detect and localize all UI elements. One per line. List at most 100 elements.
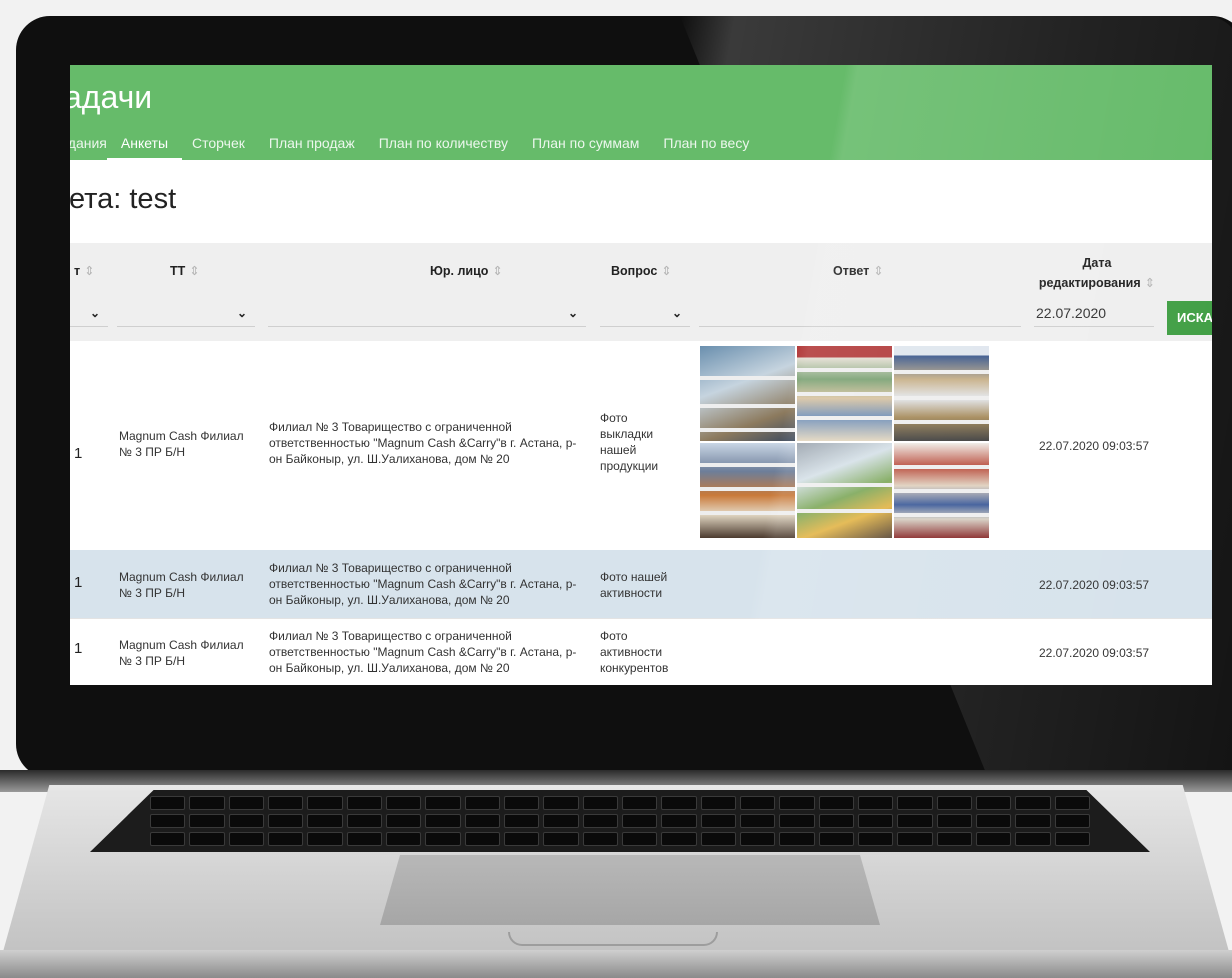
tab-tasks[interactable]: адания	[70, 130, 107, 160]
column-header-number[interactable]: т ⇕	[74, 263, 95, 278]
keyboard-key	[975, 814, 1012, 828]
keyboard-key	[818, 796, 854, 810]
keyboard-key	[1054, 832, 1090, 846]
tab-storecheck[interactable]: Сторчек	[192, 130, 245, 160]
answer-photo[interactable]	[700, 346, 795, 441]
answer-filter-input[interactable]	[699, 299, 1021, 327]
keyboard-key	[150, 796, 186, 810]
keyboard-key	[503, 832, 540, 846]
tab-weight-plan[interactable]: План по весу	[663, 130, 749, 160]
keyboard-key	[189, 832, 225, 846]
row-legal-entity: Филиал № 3 Товарищество с ограниченной о…	[269, 629, 577, 675]
answer-photo-grid	[700, 346, 990, 540]
keyboard-key	[661, 814, 697, 828]
app-title: адачи	[70, 79, 153, 115]
keyboard-key	[779, 796, 815, 810]
legal-entity-filter-select[interactable]: ⌄	[268, 299, 586, 327]
sort-icon: ⇕	[1144, 276, 1156, 290]
tab-questionnaires[interactable]: Анкеты	[106, 130, 183, 161]
keyboard-key	[700, 796, 736, 810]
keyboard	[90, 790, 1150, 852]
keyboard-key	[897, 796, 933, 810]
row-question: Фото нашей активности	[600, 570, 668, 600]
keyboard-key	[621, 796, 658, 810]
answer-photo[interactable]	[700, 443, 795, 538]
keyboard-key	[857, 832, 894, 846]
keyboard-key	[543, 796, 579, 810]
keyboard-key	[818, 814, 854, 828]
keyboard-key	[228, 796, 264, 810]
keyboard-key	[307, 832, 343, 846]
keyboard-key	[739, 832, 776, 846]
keyboard-key	[857, 796, 894, 810]
keyboard-key	[346, 814, 382, 828]
row-tt: Magnum Cash Филиал № 3 ПР Б/Н	[119, 638, 244, 668]
keyboard-key	[228, 832, 264, 846]
keyboard-key	[975, 796, 1012, 810]
keyboard-key	[464, 832, 500, 846]
keyboard-key	[897, 832, 933, 846]
row-question: Фото выкладки нашей продукции	[600, 411, 659, 473]
row-number: 1	[74, 640, 83, 657]
answer-photo[interactable]	[797, 443, 892, 538]
keyboard-key	[189, 796, 225, 810]
keyboard-key	[346, 796, 382, 810]
keyboard-key	[936, 796, 972, 810]
keyboard-key	[464, 796, 500, 810]
keyboard-key	[1015, 832, 1051, 846]
keyboard-key	[779, 832, 815, 846]
answer-photo[interactable]	[894, 346, 989, 441]
keyboard-key	[464, 814, 500, 828]
page-heading: кета: test	[70, 183, 177, 215]
column-header-tt[interactable]: ТТ ⇕	[170, 263, 200, 278]
answer-photo[interactable]	[894, 443, 989, 538]
column-header-question[interactable]: Вопрос ⇕	[611, 263, 672, 278]
keyboard-key	[1054, 796, 1090, 810]
keyboard-key	[700, 832, 736, 846]
date-filter-input[interactable]: 22.07.2020	[1034, 299, 1154, 327]
row-legal-entity: Филиал № 3 Товарищество с ограниченной о…	[269, 561, 577, 607]
chevron-down-icon: ⌄	[567, 305, 578, 320]
keyboard-key	[346, 832, 382, 846]
tab-bar: адания Анкеты Сторчек План продаж План п…	[70, 130, 773, 161]
tab-sales-plan[interactable]: План продаж	[269, 130, 355, 160]
row-edit-date: 22.07.2020 09:03:57	[1039, 646, 1150, 660]
row-edit-date: 22.07.2020 09:03:57	[1039, 439, 1150, 453]
keyboard-key	[661, 796, 697, 810]
row-number: 1	[74, 574, 83, 591]
keyboard-key	[307, 814, 343, 828]
row-question: Фото активности конкурентов	[600, 629, 669, 675]
keyboard-key	[936, 814, 972, 828]
column-header-edit-date[interactable]: Дата редактирования ⇕	[1032, 253, 1162, 293]
tab-quantity-plan[interactable]: План по количеству	[379, 130, 508, 160]
lid-notch	[508, 932, 718, 946]
keyboard-key	[1015, 796, 1051, 810]
answer-photo[interactable]	[797, 346, 892, 441]
sort-icon: ⇕	[873, 264, 884, 278]
keyboard-key	[267, 814, 304, 828]
keyboard-key	[1015, 814, 1051, 828]
keyboard-key	[267, 796, 304, 810]
keyboard-key	[503, 796, 540, 810]
column-header-answer[interactable]: Ответ ⇕	[833, 263, 884, 278]
question-filter-select[interactable]: ⌄	[600, 299, 690, 327]
keyboard-key	[425, 796, 461, 810]
keyboard-key	[739, 814, 776, 828]
tt-filter-select[interactable]: ⌄	[117, 299, 255, 327]
sort-icon: ⇕	[492, 264, 503, 278]
keyboard-key	[543, 832, 579, 846]
column-header-legal-entity[interactable]: Юр. лицо ⇕	[430, 263, 503, 278]
tab-amount-plan[interactable]: План по суммам	[532, 130, 639, 160]
keyboard-key	[228, 814, 264, 828]
laptop-screen: адачи адания Анкеты Сторчек План продаж …	[70, 65, 1212, 685]
number-filter-select[interactable]: ⌄	[70, 299, 108, 327]
keyboard-key	[621, 832, 658, 846]
keyboard-key	[189, 814, 225, 828]
keyboard-key	[385, 832, 422, 846]
sort-icon: ⇕	[189, 264, 200, 278]
search-button[interactable]: ИСКА	[1167, 301, 1212, 335]
keyboard-key	[307, 796, 343, 810]
keyboard-key	[700, 814, 736, 828]
row-tt: Magnum Cash Филиал № 3 ПР Б/Н	[119, 429, 244, 459]
keyboard-key	[818, 832, 854, 846]
